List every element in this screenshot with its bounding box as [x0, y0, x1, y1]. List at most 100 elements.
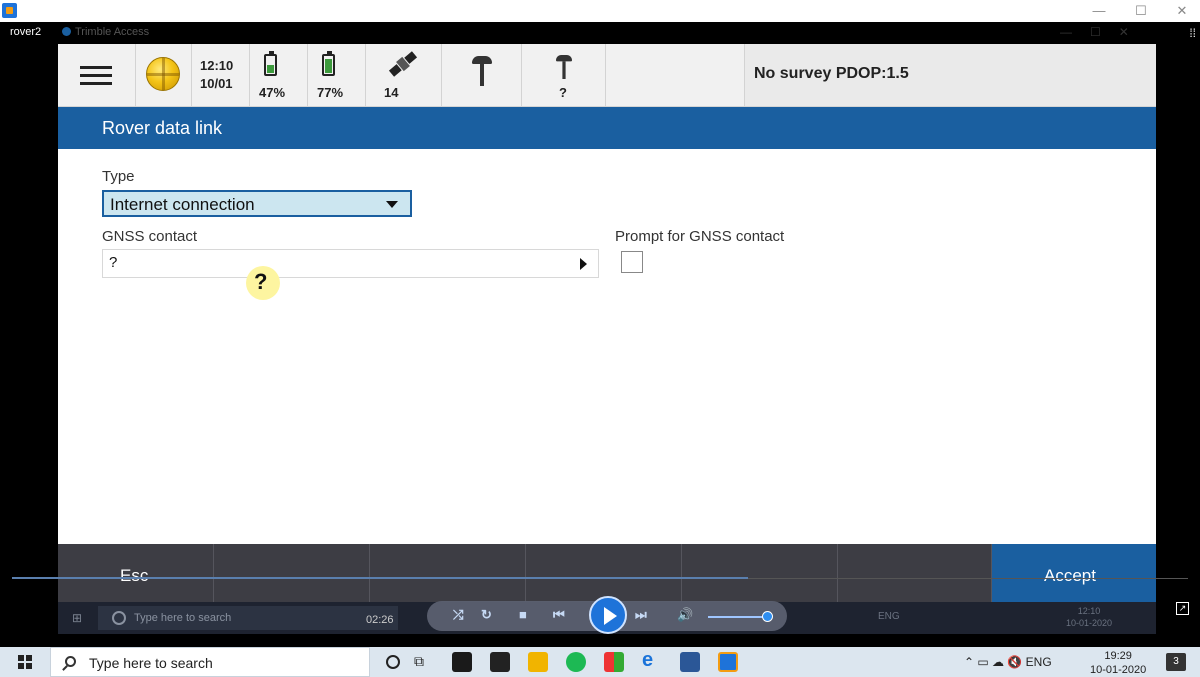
captured-time: 12:10 [1077, 606, 1101, 616]
minimize-button[interactable]: — [1085, 2, 1113, 20]
window-label: rover2 [10, 26, 42, 38]
task-view-icon[interactable]: ⧉ [414, 653, 434, 673]
language-indicator: ENG [1025, 655, 1052, 669]
prompt-gnss-checkbox[interactable] [621, 251, 643, 273]
taskbar-date: 10-01-2020 [1090, 664, 1147, 676]
mail-icon[interactable] [490, 652, 510, 672]
captured-search-icon [112, 611, 126, 625]
clock-cell: 12:10 10/01 [192, 44, 250, 106]
battery2-cell[interactable]: 77% [308, 44, 366, 106]
file-explorer-icon[interactable] [528, 652, 548, 672]
receiver2-cell[interactable]: ? [522, 44, 606, 106]
help-cursor-icon: ? [246, 266, 280, 300]
previous-icon[interactable]: ⏮ [553, 607, 565, 623]
system-tray[interactable]: ⌃ ▭ ☁ 🔇 ENG [964, 655, 1052, 669]
captured-search-box: Type here to search [98, 606, 398, 630]
accept-button[interactable]: Accept [992, 544, 1156, 602]
repeat-icon[interactable]: ↻ [481, 607, 492, 623]
trimble-logo-icon [62, 27, 71, 36]
store-icon[interactable] [452, 652, 472, 672]
captured-clock: 12:10 10-01-2020 [1066, 605, 1112, 629]
page-header: Rover data link [58, 107, 1156, 149]
captured-window-controls: —☐✕ [1060, 25, 1147, 39]
media-player-icon[interactable] [718, 652, 738, 672]
expand-icon[interactable]: ↗ [1176, 602, 1189, 615]
screen: — ☐ ✕ rover2 Trimble Access —☐✕ ⁞⁞ 12:10… [0, 0, 1200, 677]
type-selected-value: Internet connection [110, 195, 255, 214]
seek-track[interactable] [748, 578, 1188, 579]
gnss-contact-field[interactable]: ? [102, 249, 599, 278]
app-title-text: Trimble Access [75, 26, 150, 38]
gnss-contact-value: ? [109, 254, 118, 271]
battery2-level [325, 59, 332, 73]
softkey-empty [682, 544, 838, 602]
start-button[interactable] [18, 655, 32, 669]
satellite-icon [388, 51, 418, 77]
gnss-receiver-icon [556, 55, 572, 79]
captured-tray: ENG [878, 611, 900, 622]
prompt-gnss-label: Prompt for GNSS contact [615, 228, 785, 245]
menu-button[interactable] [58, 44, 136, 106]
search-icon [65, 656, 76, 667]
captured-search-text: Type here to search [134, 612, 232, 624]
notification-icon[interactable]: 3 [1166, 653, 1186, 671]
battery1-level [267, 64, 274, 73]
form-content: Type Internet connection GNSS contact ? … [58, 149, 1156, 544]
type-dropdown[interactable]: Internet connection [102, 190, 412, 217]
battery1-percent: 47% [259, 85, 286, 100]
battery2-percent: 77% [317, 85, 344, 100]
grip-icon: ⁞⁞ [1189, 26, 1196, 40]
play-button[interactable] [589, 596, 627, 634]
empty-cell [606, 44, 744, 106]
gnss-contact-label: GNSS contact [102, 228, 198, 245]
volume-knob[interactable] [762, 611, 773, 622]
receiver2-value: ? [559, 85, 567, 100]
battery-icon [322, 51, 335, 76]
word-icon[interactable] [680, 652, 700, 672]
page-title: Rover data link [102, 118, 223, 138]
taskbar-search-placeholder: Type here to search [89, 655, 213, 671]
softkey-empty [526, 544, 682, 602]
softkey-empty [214, 544, 370, 602]
cortana-icon[interactable] [386, 655, 400, 669]
player-logo-icon [2, 3, 17, 18]
edge-icon[interactable]: e [642, 649, 662, 671]
accept-label: Accept [1044, 566, 1096, 585]
gnss-contact-arrow-button[interactable] [575, 255, 593, 273]
survey-status: No survey PDOP:1.5 [754, 65, 909, 82]
trimble-app: 12:10 10/01 47% 77% 14 ? No survey PDOP:… [58, 44, 1156, 602]
status-bar: 12:10 10/01 47% 77% 14 ? No survey PDOP:… [58, 44, 1156, 107]
status-date: 10/01 [200, 76, 233, 91]
captured-date: 10-01-2020 [1066, 618, 1113, 628]
taskbar-clock[interactable]: 19:29 10-01-2020 [1090, 649, 1146, 677]
close-button[interactable]: ✕ [1168, 2, 1196, 20]
satellite-count: 14 [384, 85, 399, 100]
esc-button[interactable]: Esc [58, 544, 214, 602]
battery1-cell[interactable]: 47% [250, 44, 308, 106]
status-time: 12:10 [200, 58, 234, 73]
app-tiles-icon[interactable] [604, 652, 624, 672]
seek-progress[interactable] [12, 577, 748, 579]
esc-label: Esc [120, 566, 149, 585]
taskbar-search[interactable]: Type here to search [50, 647, 370, 677]
map-button[interactable] [136, 44, 192, 106]
hamburger-icon [80, 66, 112, 86]
captured-window-titlebar: rover2 Trimble Access —☐✕ ⁞⁞ [0, 22, 1200, 44]
softkey-bar: Esc Accept [58, 544, 1156, 602]
globe-icon [146, 57, 180, 91]
taskbar-time: 19:29 [1104, 650, 1132, 662]
gnss-receiver-icon [472, 56, 492, 86]
satellites-cell[interactable]: 14 [366, 44, 442, 106]
next-icon[interactable]: ⏭ [635, 607, 647, 623]
stop-icon[interactable]: ■ [519, 607, 527, 622]
shuffle-icon[interactable]: ⤮ [453, 607, 463, 623]
spotify-icon[interactable] [566, 652, 586, 672]
type-label: Type [102, 168, 135, 185]
captured-start-icon: ⊞ [72, 611, 83, 625]
taskbar: Type here to search ⧉ e ⌃ ▭ ☁ 🔇 ENG 19:2… [0, 647, 1200, 677]
app-title: Trimble Access [62, 26, 149, 38]
softkey-empty [370, 544, 526, 602]
maximize-button[interactable]: ☐ [1127, 2, 1155, 20]
receiver1-cell[interactable] [442, 44, 522, 106]
volume-icon[interactable]: 🔊 [677, 607, 693, 623]
